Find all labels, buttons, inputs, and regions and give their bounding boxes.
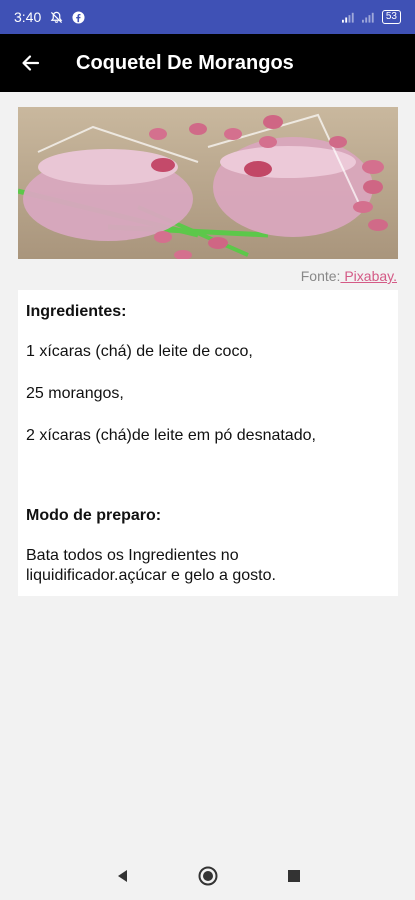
method-text: Bata todos os Ingredientes no liquidific…	[26, 547, 276, 584]
facebook-icon	[71, 10, 85, 24]
triangle-back-icon	[117, 870, 127, 882]
ingredient-item: 25 morangos,	[26, 385, 124, 402]
back-button[interactable]	[0, 34, 60, 92]
ingredient-item: 1 xícaras (chá) de leite de coco,	[26, 343, 253, 360]
credit-link[interactable]: Pixabay.	[340, 268, 397, 284]
app-bar: Coquetel De Morangos	[0, 34, 415, 92]
status-time: 3:40	[14, 9, 42, 25]
nav-recents-button[interactable]	[282, 864, 306, 888]
square-recents-icon	[287, 870, 300, 882]
cellular-signal-icon-2	[361, 10, 376, 24]
nav-back-button[interactable]	[110, 864, 134, 888]
image-credit: Fonte: Pixabay.	[301, 268, 397, 284]
nav-home-button[interactable]	[196, 864, 220, 888]
system-nav-bar	[0, 852, 415, 900]
bell-off-icon	[49, 10, 63, 24]
ingredient-item: 2 xícaras (chá)de leite em pó desnatado,	[26, 427, 316, 444]
cellular-signal-icon	[341, 10, 356, 24]
recipe-card: Ingredientes: 1 xícaras (chá) de leite d…	[18, 290, 398, 596]
page-title: Coquetel De Morangos	[76, 51, 294, 74]
ingredients-heading: Ingredientes:	[26, 303, 127, 320]
arrow-left-icon	[22, 55, 40, 71]
status-bar: 3:40 53	[0, 0, 415, 34]
battery-indicator: 53	[381, 10, 401, 24]
credit-prefix: Fonte:	[300, 268, 341, 284]
method-heading: Modo de preparo:	[26, 507, 162, 524]
home-circle-icon	[198, 866, 217, 886]
recipe-image	[18, 107, 398, 259]
